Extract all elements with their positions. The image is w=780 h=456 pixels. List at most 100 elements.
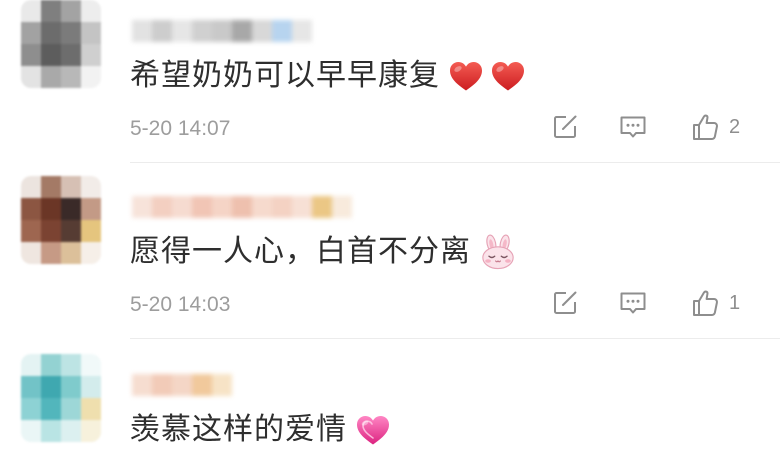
avatar-mosaic-cell bbox=[81, 0, 101, 22]
comment-text: 希望奶奶可以早早康复 bbox=[130, 58, 440, 93]
avatar-mosaic-cell bbox=[21, 376, 41, 398]
avatar[interactable] bbox=[21, 354, 101, 442]
comment-divider bbox=[130, 162, 780, 163]
avatar-mosaic-cell bbox=[21, 198, 41, 220]
avatar-mosaic-cell bbox=[61, 22, 81, 44]
username-blur-block bbox=[312, 196, 332, 218]
avatar-mosaic-cell bbox=[41, 354, 61, 376]
username-blur-block bbox=[132, 374, 152, 396]
thumbs-up-icon bbox=[690, 288, 720, 318]
comment-divider bbox=[130, 338, 780, 339]
username-blur-block bbox=[172, 20, 192, 42]
like-count: 2 bbox=[729, 115, 741, 138]
avatar-mosaic-cell bbox=[41, 242, 61, 264]
comment-text: 羡慕这样的爱情 bbox=[130, 412, 347, 447]
avatar-mosaic-cell bbox=[41, 0, 61, 22]
username-blur-block bbox=[132, 20, 152, 42]
red-heart-icon bbox=[448, 60, 484, 92]
avatar-mosaic-cell bbox=[81, 420, 101, 442]
comment-icon bbox=[618, 289, 648, 317]
username-blurred[interactable] bbox=[132, 374, 232, 396]
username-blur-block bbox=[292, 196, 312, 218]
username-blur-block bbox=[232, 196, 252, 218]
comment-timestamp: 5-20 14:03 bbox=[130, 293, 231, 316]
avatar-mosaic-cell bbox=[61, 354, 81, 376]
repost-button[interactable] bbox=[551, 112, 579, 142]
avatar[interactable] bbox=[21, 176, 101, 264]
edit-icon bbox=[551, 113, 579, 141]
username-blur-block bbox=[212, 374, 232, 396]
username-blur-block bbox=[272, 196, 292, 218]
avatar-mosaic-cell bbox=[41, 376, 61, 398]
username-blurred[interactable] bbox=[132, 20, 312, 42]
comment-content: 羡慕这样的爱情 bbox=[130, 411, 391, 449]
reply-button[interactable] bbox=[618, 288, 648, 318]
comment-content: 希望奶奶可以早早康复 bbox=[130, 57, 526, 95]
comment-item: 羡慕这样的爱情 bbox=[0, 350, 780, 456]
comment-emojis bbox=[448, 60, 526, 92]
avatar-mosaic-cell bbox=[81, 220, 101, 242]
username-blurred[interactable] bbox=[132, 196, 352, 218]
avatar-mosaic-cell bbox=[81, 398, 101, 420]
avatar-mosaic-cell bbox=[81, 66, 101, 88]
username-blur-block bbox=[232, 20, 252, 42]
username-blur-block bbox=[172, 374, 192, 396]
avatar-mosaic-cell bbox=[41, 44, 61, 66]
edit-icon bbox=[551, 289, 579, 317]
reply-button[interactable] bbox=[618, 112, 648, 142]
comment-item: 愿得一人心，白首不分离 5-20 14:03 1 bbox=[0, 172, 780, 342]
avatar-mosaic-cell bbox=[41, 198, 61, 220]
avatar-mosaic-cell bbox=[81, 22, 101, 44]
username-blur-block bbox=[212, 20, 232, 42]
username-blur-block bbox=[132, 196, 152, 218]
username-blur-block bbox=[152, 196, 172, 218]
avatar-mosaic-cell bbox=[61, 198, 81, 220]
thumbs-up-icon bbox=[690, 112, 720, 142]
avatar-mosaic-cell bbox=[81, 354, 101, 376]
avatar-mosaic-cell bbox=[61, 242, 81, 264]
avatar-mosaic-cell bbox=[61, 0, 81, 22]
comment-emojis bbox=[479, 234, 517, 270]
avatar-mosaic-cell bbox=[21, 398, 41, 420]
avatar-mosaic-cell bbox=[81, 44, 101, 66]
avatar-mosaic-cell bbox=[81, 176, 101, 198]
username-blur-block bbox=[152, 20, 172, 42]
avatar-mosaic-cell bbox=[41, 22, 61, 44]
avatar[interactable] bbox=[21, 0, 101, 88]
like-count: 1 bbox=[729, 291, 741, 314]
comment-item: 希望奶奶可以早早康复 5-20 14:07 2 bbox=[0, 0, 780, 166]
avatar-mosaic-cell bbox=[41, 176, 61, 198]
username-blur-block bbox=[192, 196, 212, 218]
username-blur-block bbox=[252, 20, 272, 42]
avatar-mosaic-cell bbox=[61, 398, 81, 420]
avatar-mosaic-cell bbox=[41, 398, 61, 420]
username-blur-block bbox=[192, 20, 212, 42]
username-blur-block bbox=[332, 196, 352, 218]
username-blur-block bbox=[252, 196, 272, 218]
username-blur-block bbox=[172, 196, 192, 218]
avatar-mosaic-cell bbox=[21, 66, 41, 88]
username-blur-block bbox=[272, 20, 292, 42]
avatar-mosaic-cell bbox=[81, 198, 101, 220]
avatar-mosaic-cell bbox=[61, 44, 81, 66]
comment-timestamp: 5-20 14:07 bbox=[130, 117, 231, 140]
avatar-mosaic-cell bbox=[41, 420, 61, 442]
avatar-mosaic-cell bbox=[81, 242, 101, 264]
avatar-mosaic-cell bbox=[41, 66, 61, 88]
red-heart-icon bbox=[490, 60, 526, 92]
avatar-mosaic-cell bbox=[21, 220, 41, 242]
like-button[interactable]: 2 bbox=[690, 112, 740, 142]
avatar-mosaic-cell bbox=[21, 176, 41, 198]
avatar-mosaic-cell bbox=[21, 22, 41, 44]
comment-list: 希望奶奶可以早早康复 5-20 14:07 2 愿得一人心，白首不分离 5-20… bbox=[0, 0, 780, 456]
avatar-mosaic-cell bbox=[61, 376, 81, 398]
username-blur-block bbox=[292, 20, 312, 42]
bunny-face-icon bbox=[479, 234, 517, 270]
username-blur-block bbox=[152, 374, 172, 396]
comment-content: 愿得一人心，白首不分离 bbox=[130, 233, 517, 271]
like-button[interactable]: 1 bbox=[690, 288, 740, 318]
username-blur-block bbox=[212, 196, 232, 218]
comment-icon bbox=[618, 113, 648, 141]
avatar-mosaic-cell bbox=[21, 354, 41, 376]
repost-button[interactable] bbox=[551, 288, 579, 318]
